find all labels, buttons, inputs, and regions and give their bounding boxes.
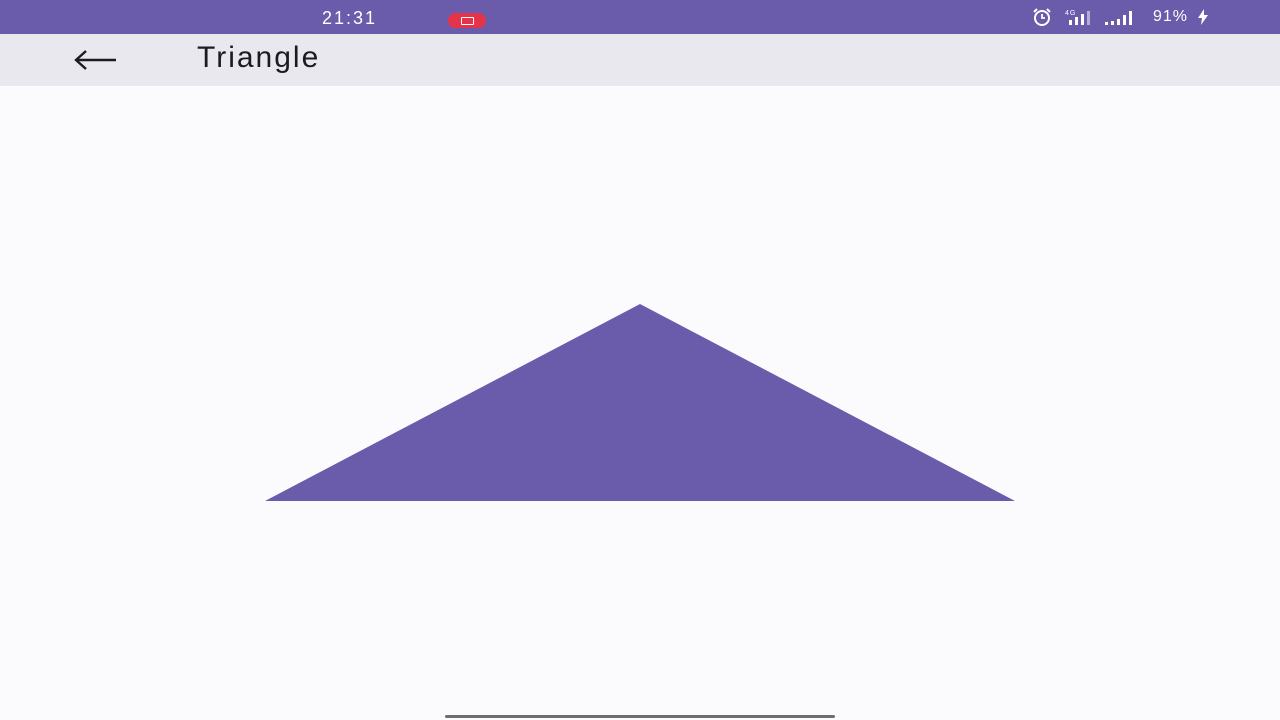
home-indicator[interactable] — [445, 715, 835, 718]
battery-percent: 91% — [1152, 8, 1188, 25]
page-title: Triangle — [197, 41, 321, 74]
drawing-canvas — [265, 304, 1015, 501]
arrow-left-icon — [74, 50, 116, 70]
status-bar: 21:31 4G 91% — [0, 0, 1280, 34]
battery-charging-icon — [1198, 9, 1208, 25]
signal-icon-secondary — [1104, 11, 1132, 25]
status-time: 21:31 — [322, 8, 378, 28]
network-type: 4G — [1065, 10, 1076, 17]
status-icons: 4G 91% — [1031, 7, 1210, 27]
signal-icon: 4G — [1065, 10, 1090, 25]
screen-record-icon — [448, 13, 486, 28]
app-bar: Triangle — [0, 34, 1280, 86]
triangle-shape — [265, 304, 1015, 501]
alarm-icon — [1033, 8, 1051, 26]
back-button[interactable] — [56, 38, 128, 82]
